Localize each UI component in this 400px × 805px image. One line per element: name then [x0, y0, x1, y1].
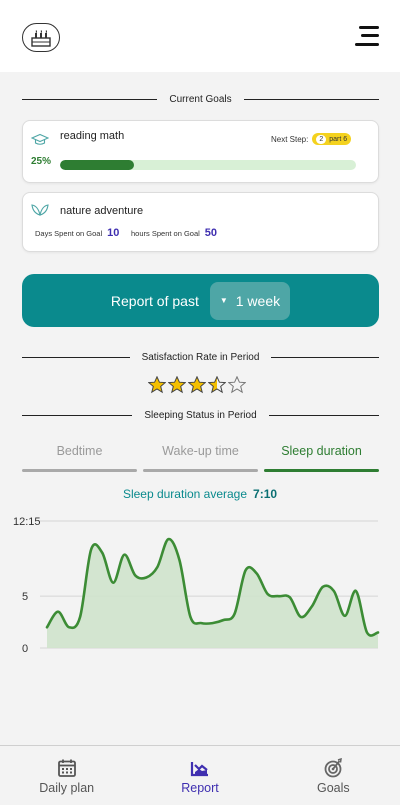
series-area — [47, 539, 378, 648]
hours-value: 50 — [204, 227, 218, 239]
next-step-part: part 6 — [329, 135, 348, 143]
period-select[interactable]: ▼ 1 week — [209, 281, 291, 320]
next-step-label: Next Step: — [271, 134, 309, 144]
sleep-duration-chart: 12:15 5 0 — [13, 516, 380, 655]
goal-card-reading-math[interactable]: reading math Next Step: 2 part 6 25% — [22, 120, 379, 183]
hours-spent: hours Spent on Goal 50 — [131, 227, 217, 239]
current-goals-title: Current Goals — [169, 93, 232, 105]
next-step-number: 2 — [316, 134, 327, 144]
tab-sleep-duration[interactable]: Sleep duration — [264, 440, 379, 472]
progress-bar — [60, 160, 356, 170]
goal-name: reading math — [60, 130, 125, 142]
days-label: Days Spent on Goal — [35, 229, 103, 238]
nav-label: Daily plan — [39, 781, 95, 795]
bottom-nav: Daily plan Report Goals — [0, 745, 400, 805]
star-icon — [188, 376, 206, 394]
nav-daily-plan[interactable]: Daily plan — [0, 746, 133, 805]
target-icon — [324, 758, 343, 778]
star-icon — [208, 376, 226, 394]
nav-label: Report — [181, 781, 219, 795]
progress-fill — [60, 160, 134, 170]
birthday-cake-icon[interactable] — [22, 23, 60, 52]
y-tick-label: 5 — [22, 591, 28, 603]
caret-down-icon: ▼ — [219, 296, 228, 305]
nav-goals[interactable]: Goals — [267, 746, 400, 805]
average-value: 7:10 — [253, 487, 278, 501]
graduation-cap-icon — [30, 133, 50, 152]
report-label: Report of past — [110, 292, 199, 309]
period-value: 1 week — [235, 292, 281, 309]
goal-name: nature adventure — [60, 205, 144, 217]
satisfaction-title: Satisfaction Rate in Period — [141, 351, 260, 363]
nav-label: Goals — [316, 781, 350, 795]
days-value: 10 — [107, 227, 120, 239]
y-tick-label: 12:15 — [13, 516, 41, 528]
tab-bedtime[interactable]: Bedtime — [22, 440, 137, 472]
star-icon — [228, 376, 246, 394]
hamburger-menu-icon[interactable] — [355, 24, 381, 48]
leaf-icon — [31, 203, 49, 222]
sleeping-title: Sleeping Status in Period — [144, 409, 257, 421]
sleeping-divider: Sleeping Status in Period — [22, 407, 380, 423]
goal-card-nature-adventure[interactable]: nature adventure Days Spent on Goal 10 h… — [22, 192, 379, 252]
current-goals-divider: Current Goals — [22, 91, 379, 107]
report-period-button[interactable]: Report of past ▼ 1 week — [22, 274, 379, 327]
report-chart-icon — [190, 762, 208, 777]
next-step-badge[interactable]: 2 part 6 — [312, 133, 352, 145]
top-bar — [0, 0, 400, 72]
average-label: Sleep duration average — [122, 487, 248, 501]
y-tick-label: 0 — [22, 643, 28, 655]
satisfaction-divider: Satisfaction Rate in Period — [22, 349, 379, 365]
next-step: Next Step: 2 part 6 — [271, 133, 352, 145]
satisfaction-stars — [148, 376, 246, 394]
star-icon — [148, 376, 166, 394]
days-spent: Days Spent on Goal 10 — [35, 227, 119, 239]
progress-percent: 25% — [31, 156, 52, 167]
sleep-average: Sleep duration average 7:10 — [0, 487, 400, 501]
star-icon — [168, 376, 186, 394]
hours-label: hours Spent on Goal — [131, 229, 200, 238]
tab-wake-up-time[interactable]: Wake-up time — [143, 440, 258, 472]
calendar-icon — [57, 759, 76, 777]
nav-report[interactable]: Report — [133, 746, 266, 805]
sleep-tabs: Bedtime Wake-up time Sleep duration — [22, 440, 379, 472]
